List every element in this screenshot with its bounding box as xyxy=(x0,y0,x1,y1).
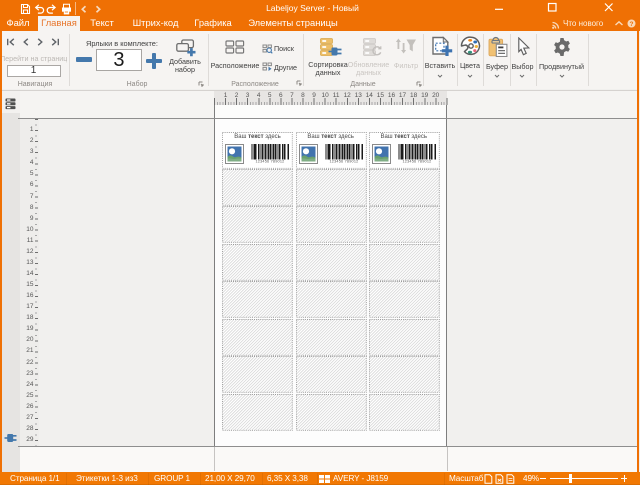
svg-text:123456 789012: 123456 789012 xyxy=(329,160,358,164)
svg-text:123456 789012: 123456 789012 xyxy=(256,160,285,164)
svg-text:123456 789012: 123456 789012 xyxy=(402,160,431,164)
svg-text:?: ? xyxy=(630,21,634,28)
